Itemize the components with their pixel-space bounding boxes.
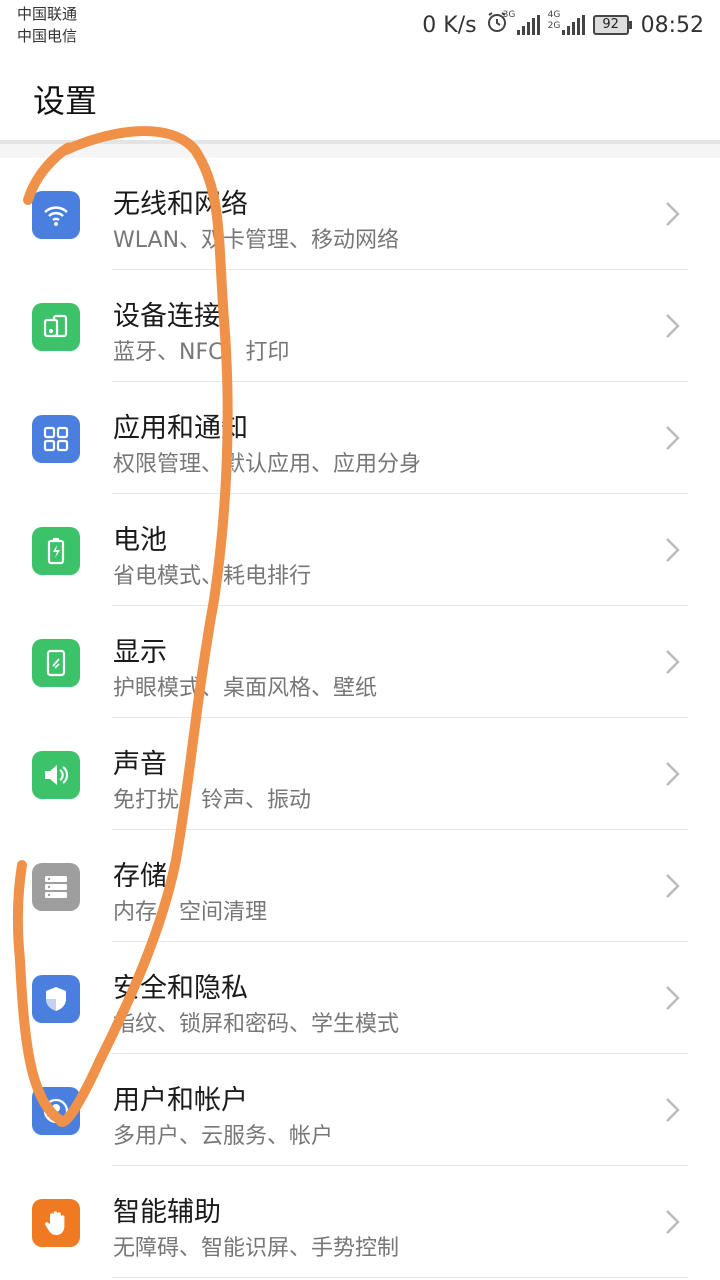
item-subtitle: 指纹、锁屏和密码、学生模式	[113, 1012, 400, 1037]
settings-item-apps-notifications[interactable]: 应用和通知 权限管理、默认应用、应用分身	[0, 382, 720, 494]
item-title: 电池	[113, 525, 167, 556]
chevron-right-icon	[666, 762, 680, 786]
chevron-right-icon	[666, 314, 680, 338]
page-title: 设置	[33, 82, 98, 120]
settings-item-device-connection[interactable]: 设备连接 蓝牙、NFC、打印	[0, 270, 720, 382]
signal-2g-label: 2G	[547, 21, 561, 31]
chevron-right-icon	[666, 874, 680, 898]
device-connect-icon	[32, 303, 80, 351]
item-title: 智能辅助	[113, 1197, 221, 1228]
settings-item-smart-assist[interactable]: 智能辅助 无障碍、智能识屏、手势控制	[0, 1166, 720, 1278]
chevron-right-icon	[666, 986, 680, 1010]
battery-icon	[32, 527, 80, 575]
network-speed: 0 K/s	[422, 12, 477, 38]
item-title: 用户和帐户	[113, 1085, 248, 1116]
settings-item-wireless-network[interactable]: 无线和网络 WLAN、双卡管理、移动网络	[0, 158, 720, 270]
settings-item-sound[interactable]: 声音 免打扰、铃声、振动	[0, 718, 720, 830]
wifi-icon	[32, 191, 80, 239]
signal-3g-label: 3G	[502, 10, 516, 20]
item-subtitle: 蓝牙、NFC、打印	[113, 340, 290, 365]
item-subtitle: 省电模式、耗电排行	[113, 564, 312, 589]
item-title: 存储	[113, 861, 167, 892]
status-bar: 中国联通 中国电信 0 K/s 3G 4G 2G 92 08:52	[0, 0, 720, 52]
chevron-right-icon	[666, 650, 680, 674]
settings-item-security-privacy[interactable]: 安全和隐私 指纹、锁屏和密码、学生模式	[0, 942, 720, 1054]
section-gap	[0, 144, 720, 158]
storage-icon	[32, 863, 80, 911]
item-title: 设备连接	[113, 301, 221, 332]
settings-item-display[interactable]: 显示 护眼模式、桌面风格、壁纸	[0, 606, 720, 718]
settings-item-users-accounts[interactable]: 用户和帐户 多用户、云服务、帐户	[0, 1054, 720, 1166]
battery-indicator: 92	[592, 15, 632, 35]
item-title: 安全和隐私	[113, 973, 248, 1004]
user-icon	[32, 1087, 80, 1135]
shield-icon	[32, 975, 80, 1023]
item-subtitle: 权限管理、默认应用、应用分身	[113, 452, 422, 477]
item-subtitle: 护眼模式、桌面风格、壁纸	[113, 676, 378, 701]
status-right: 0 K/s 3G 4G 2G 92 08:52	[422, 10, 704, 40]
signal-4g-icon: 4G 2G	[548, 11, 585, 35]
chevron-right-icon	[666, 538, 680, 562]
settings-item-storage[interactable]: 存储 内存、空间清理	[0, 830, 720, 942]
item-title: 应用和通知	[113, 413, 248, 444]
page-header: 设置	[0, 52, 720, 144]
hand-icon	[32, 1199, 80, 1247]
carrier-1: 中国联通	[17, 5, 78, 23]
item-subtitle: 内存、空间清理	[113, 900, 268, 925]
settings-item-battery[interactable]: 电池 省电模式、耗电排行	[0, 494, 720, 606]
carrier-2: 中国电信	[17, 27, 78, 45]
signal-4g-label: 4G	[547, 10, 561, 20]
item-subtitle: 免打扰、铃声、振动	[113, 788, 312, 813]
item-subtitle: 无障碍、智能识屏、手势控制	[113, 1236, 400, 1261]
signal-3g-icon: 3G	[503, 11, 540, 35]
item-subtitle: 多用户、云服务、帐户	[113, 1124, 334, 1149]
item-subtitle: WLAN、双卡管理、移动网络	[113, 228, 400, 253]
settings-list: 无线和网络 WLAN、双卡管理、移动网络 设备连接 蓝牙、NFC、打印 应用和通…	[0, 158, 720, 1278]
sound-icon	[32, 751, 80, 799]
chevron-right-icon	[666, 202, 680, 226]
item-title: 显示	[113, 637, 167, 668]
apps-grid-icon	[32, 415, 80, 463]
chevron-right-icon	[666, 1098, 680, 1122]
item-title: 声音	[113, 749, 167, 780]
chevron-right-icon	[666, 1210, 680, 1234]
display-icon	[32, 639, 80, 687]
divider	[112, 1277, 688, 1278]
item-title: 无线和网络	[113, 189, 248, 220]
chevron-right-icon	[666, 426, 680, 450]
clock: 08:52	[640, 12, 704, 38]
